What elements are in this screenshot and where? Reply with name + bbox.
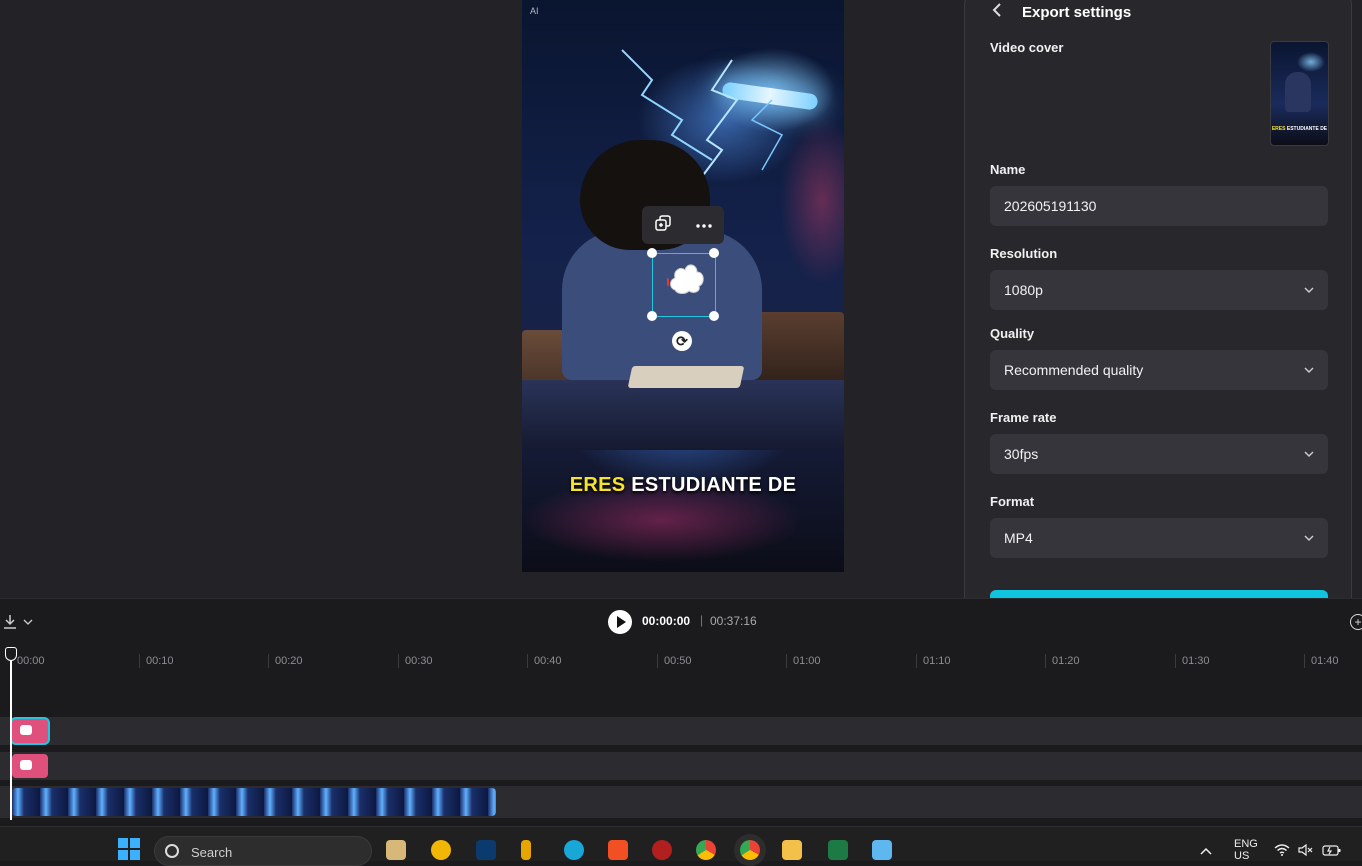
ai-watermark: AI (530, 6, 539, 16)
ruler-tick: 01:40 (1304, 654, 1339, 668)
ruler-tick: 00:40 (527, 654, 562, 668)
duplicate-icon[interactable] (654, 214, 672, 237)
sticker-icon (20, 760, 32, 770)
ruler-tick: 01:10 (916, 654, 951, 668)
resize-handle-bottom-left[interactable] (647, 311, 657, 321)
chevron-down-icon (1304, 451, 1314, 458)
excel-icon[interactable] (828, 840, 848, 860)
app-icon[interactable] (431, 840, 451, 860)
name-input[interactable]: 202605191130 (990, 186, 1328, 226)
chevron-up-icon[interactable] (1200, 844, 1212, 858)
caption-highlight-word: ERES (569, 474, 626, 496)
ruler-tick: 00:30 (398, 654, 433, 668)
brave-icon[interactable] (608, 840, 628, 860)
total-duration: 00:37:16 (710, 614, 757, 628)
sticker-track-2[interactable] (0, 752, 1362, 780)
format-dropdown[interactable]: MP4 (990, 518, 1328, 558)
resize-handle-bottom-right[interactable] (709, 311, 719, 321)
cover-caption-rest: ESTUDIANTE DE (1286, 126, 1328, 132)
sticker-track-1[interactable] (0, 717, 1362, 745)
search-icon (165, 844, 179, 858)
chevron-down-icon (1304, 535, 1314, 542)
add-icon[interactable]: + (1350, 614, 1362, 630)
resolution-dropdown[interactable]: 1080p (990, 270, 1328, 310)
resolution-value: 1080p (1004, 282, 1043, 298)
notepad-icon[interactable] (872, 840, 892, 860)
chrome-icon[interactable] (696, 840, 716, 860)
wifi-icon[interactable] (1274, 844, 1290, 859)
quality-dropdown[interactable]: Recommended quality (990, 350, 1328, 390)
cover-figure (1285, 72, 1311, 112)
search-placeholder: Search (191, 845, 233, 860)
desk (522, 380, 844, 450)
quality-label: Quality (990, 326, 1035, 341)
language-indicator[interactable]: ENG US (1234, 838, 1258, 862)
caption-rest: ESTUDIANTE DE (631, 474, 797, 496)
resolution-label: Resolution (990, 246, 1058, 261)
resize-handle-top-right[interactable] (709, 248, 719, 258)
quality-value: Recommended quality (1004, 362, 1144, 378)
region-code: US (1234, 850, 1250, 862)
playhead[interactable] (10, 660, 12, 820)
video-cover-thumbnail[interactable]: ERES ESTUDIANTE DE (1270, 41, 1329, 146)
security-app-icon[interactable] (652, 840, 672, 860)
canva-icon[interactable] (564, 840, 584, 860)
video-caption[interactable]: ERES ESTUDIANTE DE (522, 474, 844, 497)
cover-caption-highlight: ERES (1271, 126, 1286, 132)
sticker-clip[interactable] (12, 754, 48, 778)
taskbar-search[interactable]: Search (154, 836, 372, 866)
file-explorer-icon[interactable] (386, 840, 406, 860)
time-separator: | (700, 613, 704, 627)
more-options-icon[interactable] (695, 216, 713, 234)
chevron-down-icon (1304, 287, 1314, 294)
cloud-sticker[interactable] (667, 258, 707, 296)
ruler-tick: 00:10 (139, 654, 174, 668)
folder-icon[interactable] (782, 840, 802, 860)
name-label: Name (990, 162, 1026, 177)
ruler-tick: 00:20 (268, 654, 303, 668)
arrow-app-icon[interactable] (521, 840, 531, 860)
sticker-icon (20, 725, 32, 735)
ruler-tick: 01:00 (786, 654, 821, 668)
name-value: 202605191130 (1004, 198, 1097, 214)
chrome-active-icon[interactable] (740, 840, 760, 860)
panel-title: Export settings (1022, 3, 1132, 21)
ruler-tick: 01:30 (1175, 654, 1210, 668)
cover-caption: ERES ESTUDIANTE DE (1271, 126, 1328, 132)
frame-rate-dropdown[interactable]: 30fps (990, 434, 1328, 474)
current-time: 00:00:00 (642, 614, 691, 628)
language-code: ENG (1234, 838, 1258, 850)
resize-handle-top-left[interactable] (647, 248, 657, 258)
video-cover-label: Video cover (990, 40, 1064, 55)
play-button[interactable] (608, 610, 632, 634)
export-panel-header: Export settings (992, 0, 1131, 24)
ruler-tick: 01:20 (1045, 654, 1080, 668)
video-clip[interactable] (12, 788, 496, 816)
battery-icon[interactable] (1322, 844, 1342, 859)
sticker-clip-selected[interactable] (12, 719, 48, 743)
open-book (627, 366, 745, 388)
volume-muted-icon[interactable] (1298, 843, 1314, 859)
playhead-handle[interactable] (5, 647, 17, 661)
format-label: Format (990, 494, 1035, 509)
selection-toolbar (642, 206, 724, 244)
format-value: MP4 (1004, 530, 1033, 546)
photoshop-icon[interactable] (476, 840, 496, 860)
frame-rate-value: 30fps (1004, 446, 1039, 462)
rotate-handle-icon[interactable]: ⟳ (672, 331, 692, 351)
windows-start-icon[interactable] (118, 838, 140, 860)
stack-of-books-right (752, 312, 844, 387)
ruler-tick: 00:50 (657, 654, 692, 668)
frame-rate-label: Frame rate (990, 410, 1057, 425)
timeline-ruler[interactable]: 00:00 00:10 00:20 00:30 00:40 00:50 01:0… (0, 646, 1362, 676)
back-arrow-icon[interactable] (992, 2, 1006, 23)
chevron-down-icon (1304, 367, 1314, 374)
download-icon[interactable] (2, 613, 34, 631)
